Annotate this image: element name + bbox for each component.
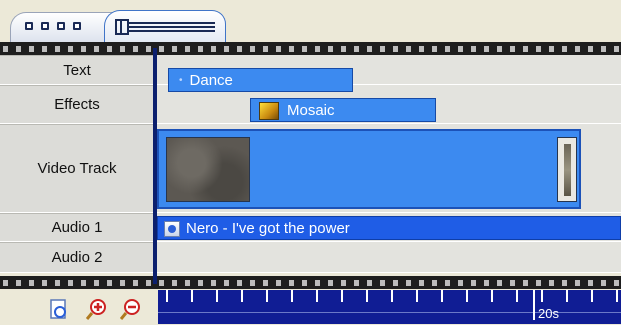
time-ruler[interactable]: 20s bbox=[158, 290, 621, 324]
ruler-ticks bbox=[158, 290, 621, 302]
storyboard-icon bbox=[25, 22, 33, 30]
effect-clip-label: Mosaic bbox=[287, 101, 335, 119]
timeline-icon bbox=[115, 19, 215, 35]
audio-file-icon bbox=[164, 221, 180, 237]
video-thumbnail-end bbox=[564, 144, 571, 196]
video-clip[interactable] bbox=[157, 129, 581, 209]
text-clip-label: Dance bbox=[189, 71, 233, 89]
mosaic-effect-icon bbox=[259, 102, 279, 120]
track-label-video: Video Track bbox=[0, 124, 154, 213]
video-thumbnail-start bbox=[166, 137, 250, 202]
storyboard-icon bbox=[73, 22, 81, 30]
film-strip-top bbox=[0, 42, 621, 55]
zoom-out-icon[interactable] bbox=[119, 298, 142, 320]
ruler-time-label: 20s bbox=[538, 306, 559, 321]
zoom-in-icon[interactable] bbox=[85, 298, 108, 320]
track-audio2[interactable] bbox=[157, 242, 621, 273]
video-clip-end-handle[interactable] bbox=[557, 137, 577, 202]
playhead[interactable] bbox=[153, 48, 157, 284]
page-icon[interactable] bbox=[48, 298, 70, 320]
text-clip-icon: • bbox=[179, 74, 183, 86]
film-strip-bottom bbox=[0, 276, 621, 289]
text-clip[interactable]: • Dance bbox=[168, 68, 353, 92]
storyboard-icon bbox=[57, 22, 65, 30]
ruler-major-tick bbox=[533, 290, 535, 320]
storyboard-icon bbox=[41, 22, 49, 30]
audio1-clip-label: Nero - I've got the power bbox=[186, 219, 350, 237]
track-label-text: Text bbox=[0, 55, 154, 85]
track-label-audio2: Audio 2 bbox=[0, 242, 154, 273]
track-label-audio1: Audio 1 bbox=[0, 213, 154, 242]
audio1-clip[interactable]: Nero - I've got the power bbox=[157, 216, 621, 240]
audio-note-icon bbox=[168, 225, 176, 233]
tab-timeline[interactable] bbox=[104, 10, 226, 42]
track-label-effects: Effects bbox=[0, 85, 154, 124]
effect-clip[interactable]: Mosaic bbox=[250, 98, 436, 122]
